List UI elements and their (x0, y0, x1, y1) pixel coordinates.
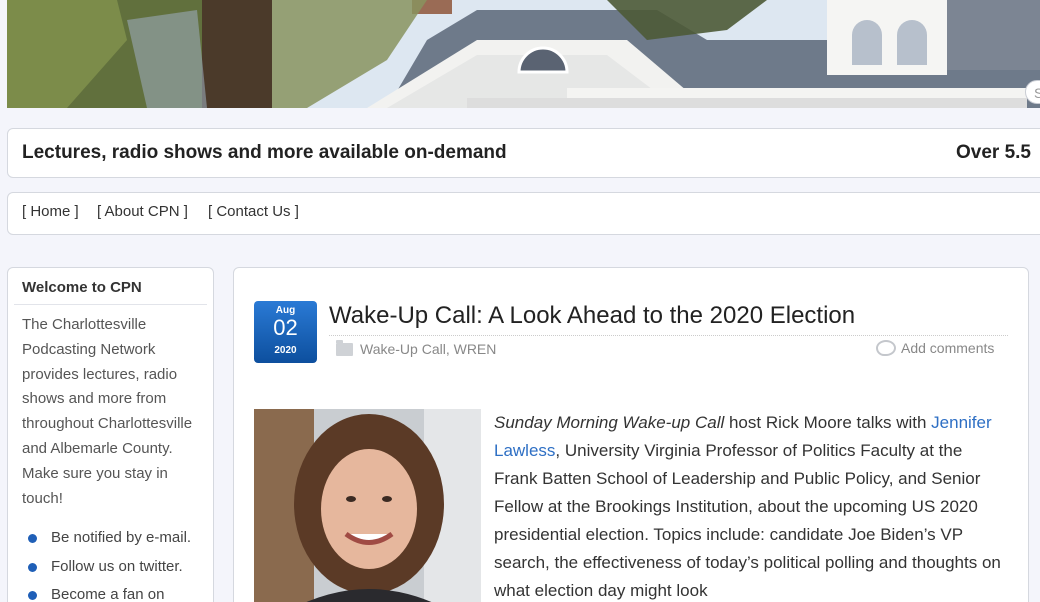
date-badge: Aug 02 2020 (254, 301, 317, 363)
sidebar-title: Welcome to CPN (22, 279, 142, 296)
comment-bubble-icon (876, 340, 896, 356)
email-notify-link[interactable]: Be notified by e-mail. (28, 529, 191, 558)
facebook-fan-link[interactable]: Become a fan on (28, 586, 191, 602)
date-day: 02 (273, 315, 298, 340)
main-nav: [ Home ] [ About CPN ] [ Contact Us ] (7, 192, 1040, 235)
body-rest: , University Virginia Professor of Polit… (494, 441, 1001, 600)
article-categories: Wake-Up Call, WREN (336, 339, 496, 357)
categories-link[interactable]: Wake-Up Call, WREN (360, 341, 496, 357)
bullet-icon (28, 591, 37, 600)
twitter-follow-link[interactable]: Follow us on twitter. (28, 558, 191, 587)
add-comments-link[interactable]: Add comments (876, 340, 994, 356)
article-card: Aug 02 2020 Wake-Up Call: A Look Ahead t… (233, 267, 1029, 602)
email-notify-label: Be notified by e-mail. (51, 529, 192, 546)
sidebar-description: The Charlottesville Podcasting Network p… (22, 316, 193, 507)
nav-contact-link[interactable]: [ Contact Us ] (208, 203, 299, 220)
facebook-fan-label: Become a fan on (51, 586, 165, 602)
article-body: Sunday Morning Wake-up Call host Rick Mo… (494, 409, 1009, 602)
sidebar-divider (14, 304, 207, 305)
folder-icon (336, 339, 353, 356)
date-year: 2020 (274, 345, 297, 356)
guest-photo (254, 409, 481, 602)
title-divider (329, 335, 1008, 336)
sidebar-links: Be notified by e-mail. Follow us on twit… (28, 529, 191, 602)
welcome-sidebar: Welcome to CPN The Charlottesville Podca… (7, 267, 214, 602)
nav-home-link[interactable]: [ Home ] (22, 203, 79, 220)
bullet-icon (28, 534, 37, 543)
show-name: Sunday Morning Wake-up Call (494, 413, 725, 432)
twitter-follow-label: Follow us on twitter. (51, 557, 183, 575)
tagline-text: Lectures, radio shows and more available… (22, 142, 507, 163)
tagline-stat: Over 5.5 (956, 142, 1031, 163)
bullet-icon (28, 562, 37, 572)
add-comments-label: Add comments (901, 340, 995, 356)
tagline-bar: Lectures, radio shows and more available… (7, 128, 1040, 178)
nav-about-link[interactable]: [ About CPN ] (97, 203, 188, 220)
article-title[interactable]: Wake-Up Call: A Look Ahead to the 2020 E… (329, 302, 855, 330)
header-banner-image: Search... (7, 0, 1040, 108)
body-intro: host Rick Moore talks with (724, 413, 932, 432)
